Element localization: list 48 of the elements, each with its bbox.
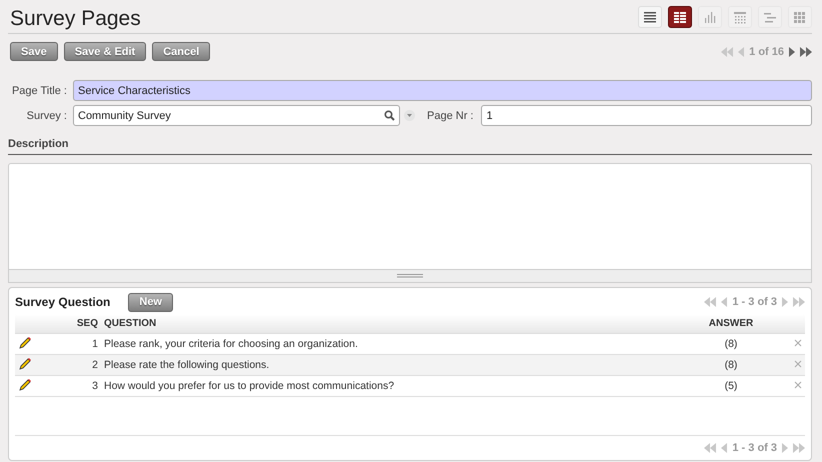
pencil-icon[interactable] (18, 336, 32, 350)
kanban-view-icon (792, 10, 808, 24)
pencil-icon[interactable] (18, 356, 32, 370)
page-number-field[interactable]: 1 (481, 105, 812, 126)
pencil-icon[interactable] (18, 378, 32, 392)
list-view-icon (642, 10, 658, 24)
field-label: Page Nr : (427, 110, 474, 122)
table-cell: How would you prefer for us to provide most communications? (101, 376, 693, 396)
graph-view-icon (702, 10, 718, 24)
column-header: SEQ (61, 314, 101, 334)
column-header: ANSWER (693, 314, 769, 334)
table-cell: 2 (61, 354, 101, 376)
action-button[interactable]: Cancel (152, 42, 210, 61)
delete-icon[interactable] (794, 381, 802, 389)
page-title: Survey Pages (9, 7, 141, 31)
panel-title: Survey Question (15, 295, 110, 309)
list-view-button[interactable] (638, 6, 662, 28)
page-title-field[interactable]: Service Characteristics (73, 80, 812, 101)
survey-field[interactable]: Community Survey (73, 105, 400, 126)
new-button[interactable]: New (128, 292, 173, 312)
previous-page-icon[interactable] (721, 297, 728, 307)
delete-icon[interactable] (794, 339, 802, 347)
resize-handle[interactable] (8, 270, 812, 283)
pager-text: 1 - 3 of 3 (732, 296, 777, 308)
form-view-icon (672, 10, 688, 24)
table-cell: (8) (693, 354, 769, 376)
field-label: Survey : (26, 110, 68, 122)
field-label: Page Title : (10, 84, 68, 96)
calendar-view-icon (732, 10, 748, 24)
first-page-icon[interactable] (704, 443, 716, 453)
delete-icon[interactable] (794, 360, 802, 368)
section-heading: Description (8, 136, 812, 155)
next-page-icon[interactable] (789, 46, 795, 56)
dropdown-icon[interactable] (404, 110, 415, 121)
table-cell: (5) (693, 376, 769, 396)
search-icon[interactable] (384, 110, 395, 121)
action-button[interactable]: Save (10, 42, 58, 61)
table-cell: Please rate the following questions. (101, 354, 693, 376)
description-field[interactable] (8, 163, 812, 270)
column-header: QUESTION (101, 314, 693, 334)
pager-text: 1 of 16 (749, 46, 784, 58)
form-view-button[interactable] (668, 6, 692, 28)
first-page-icon[interactable] (704, 297, 716, 307)
action-button[interactable]: Save & Edit (64, 42, 146, 61)
previous-page-icon[interactable] (721, 443, 728, 453)
table-cell: 3 (61, 376, 101, 396)
pager-text: 1 - 3 of 3 (732, 442, 777, 454)
last-page-icon[interactable] (800, 46, 812, 56)
